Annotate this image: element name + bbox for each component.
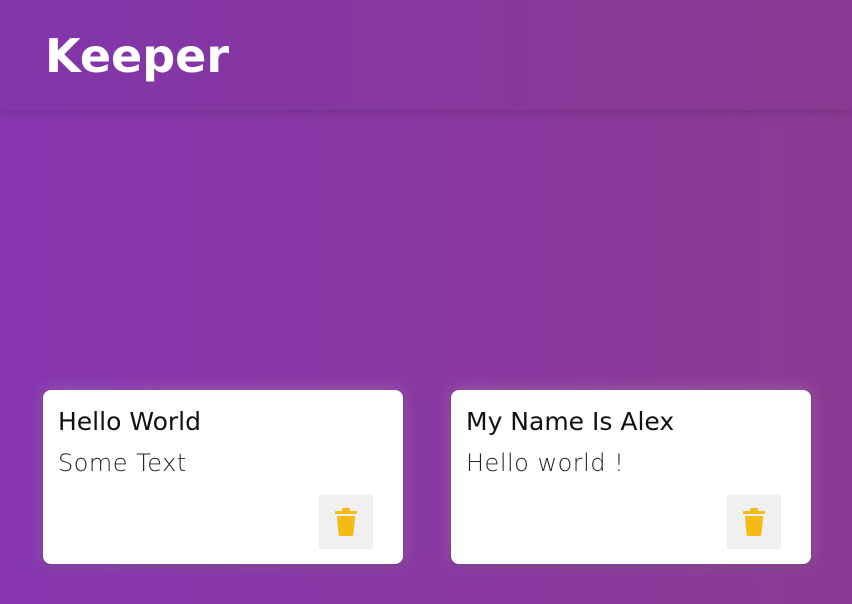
- app-header: Keeper: [0, 0, 852, 110]
- delete-note-button[interactable]: [319, 495, 373, 549]
- note-content: Hello world !: [466, 449, 625, 477]
- note-title: My Name Is Alex: [466, 407, 675, 436]
- delete-note-button[interactable]: [727, 495, 781, 549]
- note-card: Hello World Some Text: [43, 390, 403, 564]
- trash-icon: [743, 508, 765, 536]
- note-content: Some Text: [58, 449, 187, 477]
- note-card: My Name Is Alex Hello world !: [451, 390, 811, 564]
- app-title: Keeper: [45, 29, 230, 83]
- note-title: Hello World: [58, 407, 201, 436]
- trash-icon: [335, 508, 357, 536]
